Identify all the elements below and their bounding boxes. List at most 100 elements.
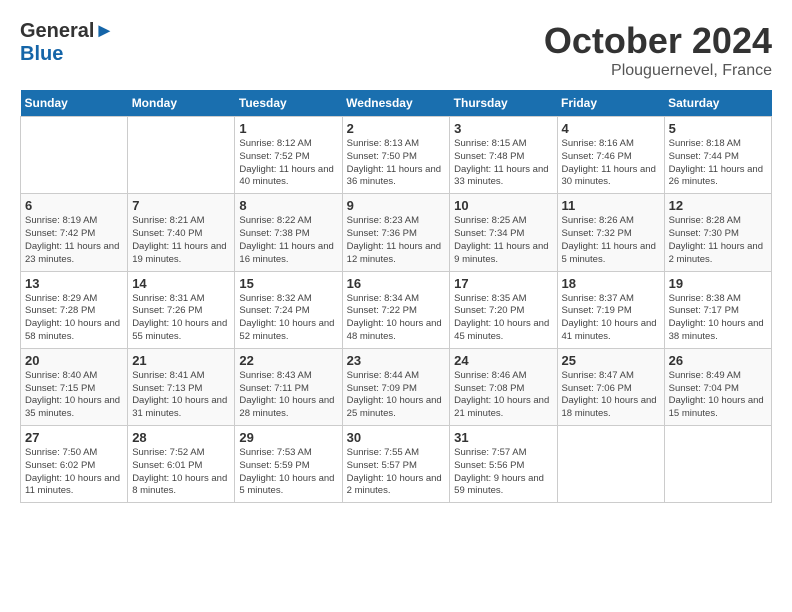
day-number: 29 — [239, 430, 337, 445]
day-number: 20 — [25, 353, 123, 368]
calendar-cell: 8 Sunrise: 8:22 AM Sunset: 7:38 PM Daylig… — [235, 194, 342, 271]
calendar-cell: 11 Sunrise: 8:26 AM Sunset: 7:32 PM Dayli… — [557, 194, 664, 271]
day-number: 3 — [454, 121, 552, 136]
calendar-cell: 25 Sunrise: 8:47 AM Sunset: 7:06 PM Dayli… — [557, 348, 664, 425]
day-info: Sunrise: 8:21 AM Sunset: 7:40 PM Dayligh… — [132, 215, 230, 266]
day-info: Sunrise: 7:52 AM Sunset: 6:01 PM Dayligh… — [132, 447, 230, 498]
calendar-cell: 26 Sunrise: 8:49 AM Sunset: 7:04 PM Dayli… — [664, 348, 771, 425]
day-number: 25 — [562, 353, 660, 368]
day-info: Sunrise: 8:38 AM Sunset: 7:17 PM Dayligh… — [669, 293, 767, 344]
day-number: 19 — [669, 276, 767, 291]
week-row-4: 20Sunrise: 8:40 AM Sunset: 7:15 PM Dayli… — [21, 348, 772, 425]
calendar-cell: 18 Sunrise: 8:37 AM Sunset: 7:19 PM Dayli… — [557, 271, 664, 348]
calendar-cell: 24 Sunrise: 8:46 AM Sunset: 7:08 PM Dayli… — [450, 348, 557, 425]
day-number: 27 — [25, 430, 123, 445]
day-info: Sunrise: 8:23 AM Sunset: 7:36 PM Dayligh… — [347, 215, 446, 266]
calendar-table: SundayMondayTuesdayWednesdayThursdayFrid… — [20, 90, 772, 503]
week-row-2: 6Sunrise: 8:19 AM Sunset: 7:42 PM Daylig… — [21, 194, 772, 271]
day-header-wednesday: Wednesday — [342, 90, 450, 117]
day-info: Sunrise: 8:47 AM Sunset: 7:06 PM Dayligh… — [562, 370, 660, 421]
title-block: October 2024 Plouguernevel, France — [544, 20, 772, 80]
calendar-cell: 7 Sunrise: 8:21 AM Sunset: 7:40 PM Daylig… — [128, 194, 235, 271]
day-number: 13 — [25, 276, 123, 291]
location-title: Plouguernevel, France — [544, 62, 772, 80]
day-info: Sunrise: 8:13 AM Sunset: 7:50 PM Dayligh… — [347, 138, 446, 189]
day-number: 31 — [454, 430, 552, 445]
day-header-monday: Monday — [128, 90, 235, 117]
day-header-tuesday: Tuesday — [235, 90, 342, 117]
day-number: 16 — [347, 276, 446, 291]
day-info: Sunrise: 8:46 AM Sunset: 7:08 PM Dayligh… — [454, 370, 552, 421]
calendar-cell: 17 Sunrise: 8:35 AM Sunset: 7:20 PM Dayli… — [450, 271, 557, 348]
day-number: 15 — [239, 276, 337, 291]
day-header-sunday: Sunday — [21, 90, 128, 117]
calendar-cell: 23Sunrise: 8:44 AM Sunset: 7:09 PM Dayli… — [342, 348, 450, 425]
day-info: Sunrise: 7:57 AM Sunset: 5:56 PM Dayligh… — [454, 447, 552, 498]
day-number: 14 — [132, 276, 230, 291]
calendar-cell: 9 Sunrise: 8:23 AM Sunset: 7:36 PM Daylig… — [342, 194, 450, 271]
day-info: Sunrise: 8:16 AM Sunset: 7:46 PM Dayligh… — [562, 138, 660, 189]
day-number: 12 — [669, 198, 767, 213]
calendar-cell — [21, 117, 128, 194]
day-info: Sunrise: 8:28 AM Sunset: 7:30 PM Dayligh… — [669, 215, 767, 266]
week-row-5: 27 Sunrise: 7:50 AM Sunset: 6:02 PM Dayli… — [21, 426, 772, 503]
day-number: 11 — [562, 198, 660, 213]
calendar-cell: 4 Sunrise: 8:16 AM Sunset: 7:46 PM Daylig… — [557, 117, 664, 194]
calendar-cell: 5 Sunrise: 8:18 AM Sunset: 7:44 PM Daylig… — [664, 117, 771, 194]
calendar-cell: 16Sunrise: 8:34 AM Sunset: 7:22 PM Dayli… — [342, 271, 450, 348]
header-row: SundayMondayTuesdayWednesdayThursdayFrid… — [21, 90, 772, 117]
week-row-1: 1Sunrise: 8:12 AM Sunset: 7:52 PM Daylig… — [21, 117, 772, 194]
day-info: Sunrise: 8:49 AM Sunset: 7:04 PM Dayligh… — [669, 370, 767, 421]
day-number: 9 — [347, 198, 446, 213]
calendar-cell: 30 Sunrise: 7:55 AM Sunset: 5:57 PM Dayli… — [342, 426, 450, 503]
month-title: October 2024 — [544, 20, 772, 62]
calendar-cell: 28 Sunrise: 7:52 AM Sunset: 6:01 PM Dayli… — [128, 426, 235, 503]
day-number: 30 — [347, 430, 446, 445]
calendar-cell: 3 Sunrise: 8:15 AM Sunset: 7:48 PM Daylig… — [450, 117, 557, 194]
day-number: 17 — [454, 276, 552, 291]
day-info: Sunrise: 8:32 AM Sunset: 7:24 PM Dayligh… — [239, 293, 337, 344]
day-info: Sunrise: 7:55 AM Sunset: 5:57 PM Dayligh… — [347, 447, 446, 498]
day-info: Sunrise: 8:35 AM Sunset: 7:20 PM Dayligh… — [454, 293, 552, 344]
week-row-3: 13 Sunrise: 8:29 AM Sunset: 7:28 PM Dayli… — [21, 271, 772, 348]
day-info: Sunrise: 8:22 AM Sunset: 7:38 PM Dayligh… — [239, 215, 337, 266]
day-info: Sunrise: 8:31 AM Sunset: 7:26 PM Dayligh… — [132, 293, 230, 344]
day-info: Sunrise: 7:53 AM Sunset: 5:59 PM Dayligh… — [239, 447, 337, 498]
day-info: Sunrise: 8:37 AM Sunset: 7:19 PM Dayligh… — [562, 293, 660, 344]
day-number: 4 — [562, 121, 660, 136]
day-number: 10 — [454, 198, 552, 213]
calendar-cell: 29 Sunrise: 7:53 AM Sunset: 5:59 PM Dayli… — [235, 426, 342, 503]
day-info: Sunrise: 8:29 AM Sunset: 7:28 PM Dayligh… — [25, 293, 123, 344]
day-number: 2 — [347, 121, 446, 136]
day-info: Sunrise: 8:12 AM Sunset: 7:52 PM Dayligh… — [239, 138, 337, 189]
day-info: Sunrise: 8:43 AM Sunset: 7:11 PM Dayligh… — [239, 370, 337, 421]
calendar-cell: 12 Sunrise: 8:28 AM Sunset: 7:30 PM Dayli… — [664, 194, 771, 271]
logo-blue: Blue — [20, 43, 63, 65]
day-number: 18 — [562, 276, 660, 291]
calendar-cell: 6Sunrise: 8:19 AM Sunset: 7:42 PM Daylig… — [21, 194, 128, 271]
day-header-friday: Friday — [557, 90, 664, 117]
page-header: General► Blue October 2024 Plouguernevel… — [20, 20, 772, 80]
day-number: 5 — [669, 121, 767, 136]
logo-blue-text: ► — [94, 20, 114, 42]
calendar-cell: 15 Sunrise: 8:32 AM Sunset: 7:24 PM Dayli… — [235, 271, 342, 348]
calendar-cell: 27 Sunrise: 7:50 AM Sunset: 6:02 PM Dayli… — [21, 426, 128, 503]
logo: General► Blue — [20, 20, 114, 66]
day-number: 24 — [454, 353, 552, 368]
calendar-cell: 22Sunrise: 8:43 AM Sunset: 7:11 PM Dayli… — [235, 348, 342, 425]
day-number: 23 — [347, 353, 446, 368]
day-header-thursday: Thursday — [450, 90, 557, 117]
day-info: Sunrise: 8:15 AM Sunset: 7:48 PM Dayligh… — [454, 138, 552, 189]
day-info: Sunrise: 8:19 AM Sunset: 7:42 PM Dayligh… — [25, 215, 123, 266]
day-info: Sunrise: 8:26 AM Sunset: 7:32 PM Dayligh… — [562, 215, 660, 266]
day-number: 28 — [132, 430, 230, 445]
calendar-cell — [557, 426, 664, 503]
logo-general: General — [20, 20, 94, 42]
calendar-cell: 1Sunrise: 8:12 AM Sunset: 7:52 PM Daylig… — [235, 117, 342, 194]
day-info: Sunrise: 8:18 AM Sunset: 7:44 PM Dayligh… — [669, 138, 767, 189]
day-number: 26 — [669, 353, 767, 368]
day-number: 7 — [132, 198, 230, 213]
day-info: Sunrise: 7:50 AM Sunset: 6:02 PM Dayligh… — [25, 447, 123, 498]
calendar-cell: 10Sunrise: 8:25 AM Sunset: 7:34 PM Dayli… — [450, 194, 557, 271]
day-number: 8 — [239, 198, 337, 213]
